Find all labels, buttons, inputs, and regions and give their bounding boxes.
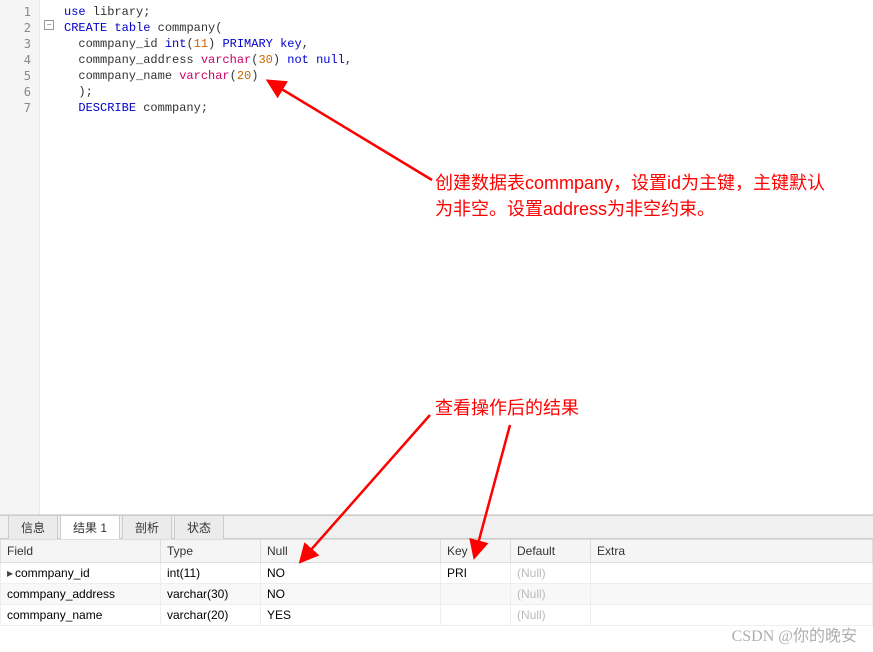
column-header-default[interactable]: Default — [511, 540, 591, 563]
cell-default[interactable]: (Null) — [511, 584, 591, 605]
code-editor[interactable]: 1234567 use library;CREATE table commpan… — [0, 0, 873, 515]
line-gutter: 1234567 — [0, 0, 40, 514]
code-content[interactable]: use library;CREATE table commpany( commp… — [40, 0, 873, 514]
cell-null[interactable]: NO — [261, 563, 441, 584]
line-number: 2 — [0, 20, 39, 36]
tab-剖析[interactable]: 剖析 — [122, 515, 172, 539]
cell-null[interactable]: YES — [261, 605, 441, 626]
column-header-extra[interactable]: Extra — [591, 540, 873, 563]
line-number: 3 — [0, 36, 39, 52]
column-header-null[interactable]: Null — [261, 540, 441, 563]
code-line[interactable]: DESCRIBE commpany; — [64, 100, 873, 116]
cell-field[interactable]: ▸commpany_id — [1, 563, 161, 584]
line-number: 5 — [0, 68, 39, 84]
annotation-view-result: 查看操作后的结果 — [435, 395, 579, 421]
cell-extra[interactable] — [591, 563, 873, 584]
cell-key[interactable] — [441, 584, 511, 605]
tab-结果-1[interactable]: 结果 1 — [60, 515, 120, 539]
line-number: 6 — [0, 84, 39, 100]
code-line[interactable]: commpany_name varchar(20) — [64, 68, 873, 84]
cell-field[interactable]: commpany_name — [1, 605, 161, 626]
cell-field[interactable]: commpany_address — [1, 584, 161, 605]
code-line[interactable]: commpany_id int(11) PRIMARY key, — [64, 36, 873, 52]
cell-type[interactable]: varchar(30) — [161, 584, 261, 605]
watermark: CSDN @你的晚安 — [732, 622, 857, 646]
annotation-create-table: 创建数据表commpany，设置id为主键，主键默认为非空。设置address为… — [435, 170, 835, 222]
code-line[interactable]: use library; — [64, 4, 873, 20]
cell-extra[interactable] — [591, 584, 873, 605]
fold-icon[interactable]: − — [44, 20, 54, 30]
cell-default[interactable]: (Null) — [511, 563, 591, 584]
cell-type[interactable]: int(11) — [161, 563, 261, 584]
results-table: FieldTypeNullKeyDefaultExtra ▸commpany_i… — [0, 539, 873, 626]
column-header-key[interactable]: Key — [441, 540, 511, 563]
result-tabs: 信息结果 1剖析状态 — [0, 515, 873, 539]
tab-状态[interactable]: 状态 — [174, 515, 224, 539]
cell-type[interactable]: varchar(20) — [161, 605, 261, 626]
table-row[interactable]: commpany_addressvarchar(30)NO (Null) — [1, 584, 873, 605]
column-header-field[interactable]: Field — [1, 540, 161, 563]
cell-null[interactable]: NO — [261, 584, 441, 605]
line-number: 4 — [0, 52, 39, 68]
row-marker-icon: ▸ — [7, 566, 13, 576]
code-line[interactable]: commpany_address varchar(30) not null, — [64, 52, 873, 68]
cell-key[interactable] — [441, 605, 511, 626]
table-row[interactable]: ▸commpany_idint(11)NOPRI(Null) — [1, 563, 873, 584]
column-header-type[interactable]: Type — [161, 540, 261, 563]
line-number: 7 — [0, 100, 39, 116]
line-number: 1 — [0, 4, 39, 20]
tab-信息[interactable]: 信息 — [8, 515, 58, 539]
cell-key[interactable]: PRI — [441, 563, 511, 584]
cell-default[interactable]: (Null) — [511, 605, 591, 626]
results-table-container: FieldTypeNullKeyDefaultExtra ▸commpany_i… — [0, 539, 873, 626]
code-line[interactable]: ); — [64, 84, 873, 100]
code-line[interactable]: CREATE table commpany( — [64, 20, 873, 36]
